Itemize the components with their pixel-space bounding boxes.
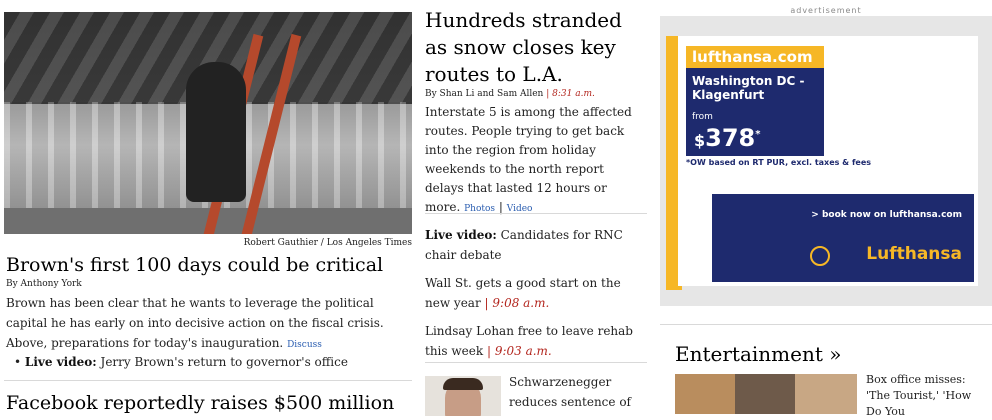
snow-byline: By Shan Li and Sam Allen | 8:31 a.m.	[425, 89, 595, 99]
item-time: 9:08 a.m.	[492, 296, 550, 310]
lufthansa-logo[interactable]: lufthansa.com	[686, 46, 824, 68]
snow-byline-time: 8:31 a.m.	[552, 89, 595, 99]
discuss-link[interactable]: Discuss	[287, 340, 322, 350]
hair	[443, 378, 483, 390]
route: Washington DC - Klagenfurt	[692, 74, 805, 102]
bullet-icon: •	[14, 355, 22, 369]
snow-summary: Interstate 5 is among the affected route…	[425, 103, 645, 219]
schwarzenegger-headline-link[interactable]: Schwarzenegger reduces sentence of	[509, 372, 645, 412]
snow-headline-link[interactable]: Hundreds stranded as snow closes key rou…	[425, 7, 645, 88]
lead-summary-text: Brown has been clear that he wants to le…	[6, 296, 384, 350]
item-label: Live video:	[425, 228, 497, 242]
divider	[425, 213, 647, 214]
rnc-debate-item[interactable]: Live video: Candidates for RNC chair deb…	[425, 225, 645, 265]
from-label: from	[692, 112, 713, 122]
crane-logo-icon	[810, 246, 830, 266]
divider	[425, 362, 647, 363]
lead-story: Robert Gauthier / Los Angeles Times Brow…	[4, 0, 412, 414]
price-asterisk: *	[755, 129, 761, 140]
bullet-text: Jerry Brown's return to governor's offic…	[100, 355, 348, 369]
lead-byline: By Anthony York	[6, 279, 82, 289]
price-value: 378	[705, 124, 756, 152]
photo-credit: Robert Gauthier / Los Angeles Times	[243, 238, 412, 248]
price: $378*	[694, 124, 760, 152]
snow-summary-text: Interstate 5 is among the affected route…	[425, 105, 632, 214]
booking-banner[interactable]: > book now on lufthansa.com Lufthansa	[712, 194, 974, 282]
bullet-label: Live video:	[24, 355, 97, 369]
book-now-link[interactable]: > book now on lufthansa.com	[811, 210, 962, 220]
entertainment-thumbnails[interactable]	[675, 374, 857, 414]
lohan-item[interactable]: Lindsay Lohan free to leave rehab this w…	[425, 321, 645, 361]
separator: |	[484, 296, 489, 310]
lufthansa-wordmark: Lufthansa	[866, 244, 962, 264]
separator: |	[546, 89, 550, 99]
schwarzenegger-thumbnail[interactable]	[425, 376, 501, 416]
wall-st-item[interactable]: Wall St. gets a good start on the new ye…	[425, 273, 645, 313]
item-time: 9:03 a.m.	[494, 344, 552, 358]
box-office-headline-link[interactable]: Box office misses: 'The Tourist,' 'How D…	[866, 372, 990, 420]
live-video-bullet[interactable]: • Live video: Jerry Brown's return to go…	[14, 355, 348, 369]
facebook-headline-link[interactable]: Facebook reportedly raises $500 million	[6, 392, 394, 414]
worker-figure	[186, 62, 246, 202]
fare-note: *OW based on RT PUR, excl. taxes & fees	[686, 158, 872, 167]
separator: |	[498, 200, 503, 214]
lead-summary: Brown has been clear that he wants to le…	[6, 293, 410, 355]
divider	[660, 324, 992, 325]
lead-photo[interactable]	[4, 12, 412, 234]
separator: |	[486, 344, 491, 358]
secondary-stories: Hundreds stranded as snow closes key rou…	[425, 0, 647, 416]
fare-box[interactable]: Washington DC - Klagenfurt from $378*	[686, 68, 824, 156]
entertainment-heading-link[interactable]: Entertainment »	[675, 342, 841, 366]
divider	[4, 380, 412, 381]
ad-panel: lufthansa.com Washington DC - Klagenfurt…	[660, 16, 992, 306]
currency: $	[694, 131, 706, 150]
advertisement-label: advertisement	[790, 6, 862, 15]
lead-headline-link[interactable]: Brown's first 100 days could be critical	[6, 253, 383, 277]
snow-byline-authors: By Shan Li and Sam Allen	[425, 89, 544, 99]
